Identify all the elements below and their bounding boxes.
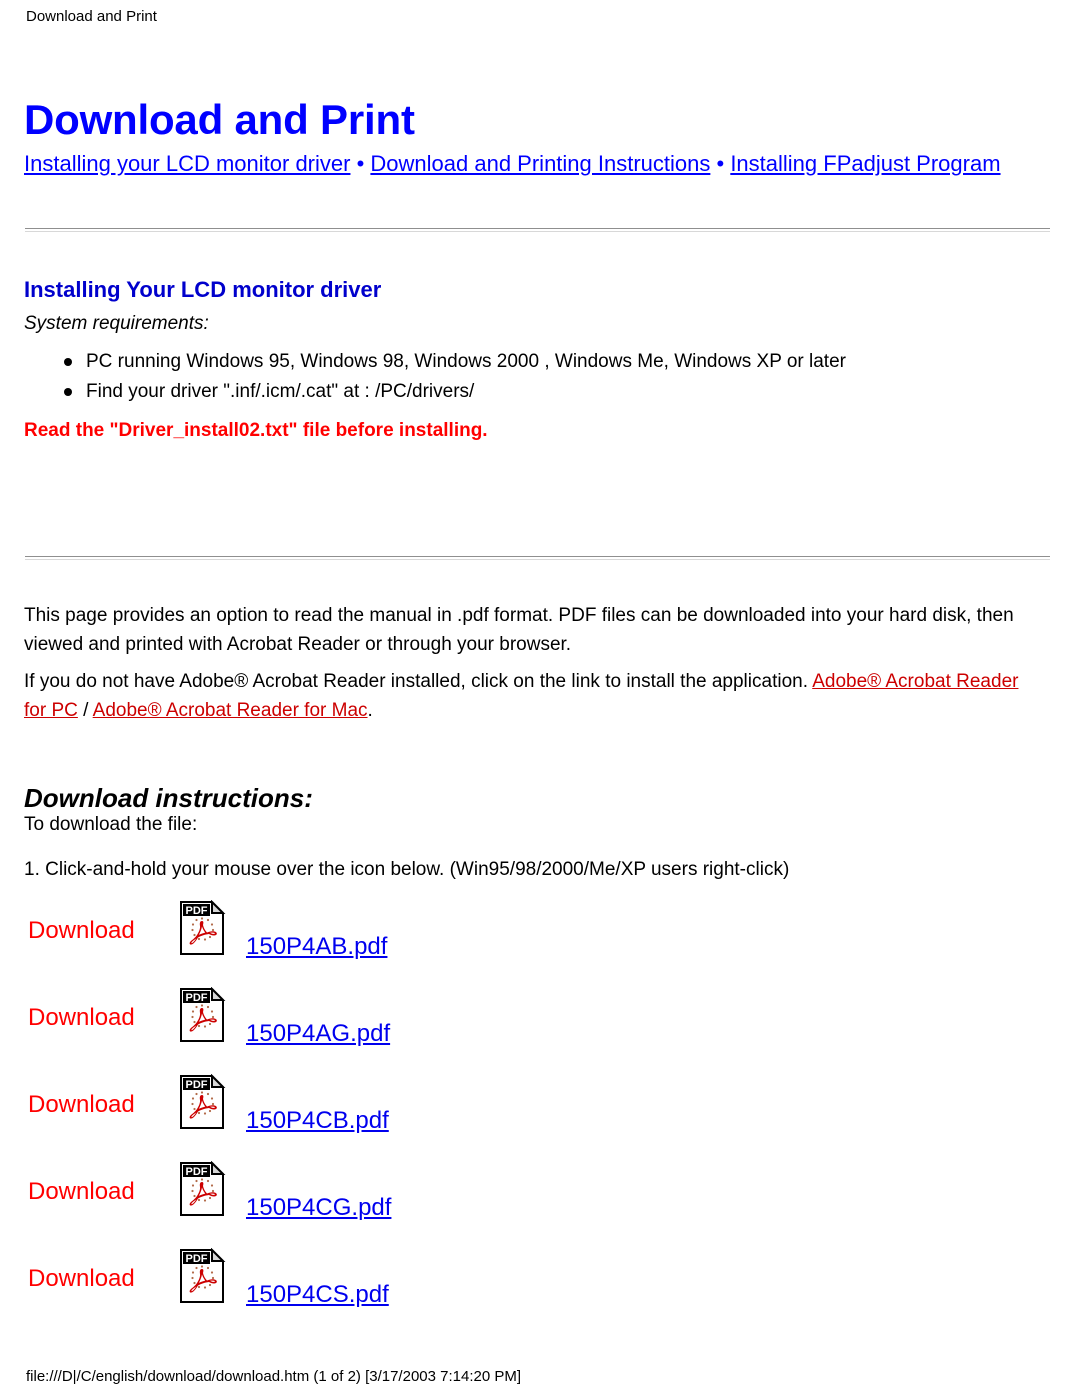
footer-status-line: file:///D|/C/english/download/download.h… — [26, 1368, 522, 1385]
system-requirements-label: System requirements: — [24, 313, 209, 334]
acrobat-paragraph-suffix: . — [367, 700, 373, 721]
bullet-dot-icon — [64, 358, 72, 366]
acrobat-paragraph-separator: / — [77, 700, 93, 721]
pdf-file-icon[interactable]: PDF — [178, 1247, 226, 1304]
breadcrumb: Download and Print — [26, 8, 157, 25]
download-file-link[interactable]: 150P4AG.pdf — [246, 1019, 390, 1049]
horizontal-rule-middle — [25, 556, 1050, 560]
list-item: Download PDF — [0, 1070, 1080, 1157]
download-file-link[interactable]: 150P4CB.pdf — [246, 1106, 389, 1136]
download-label[interactable]: Download — [28, 916, 135, 946]
nav-link-download-printing[interactable]: Download and Printing Instructions — [370, 151, 710, 176]
nav-link-fpadjust[interactable]: Installing FPadjust Program — [730, 151, 1000, 176]
svg-text:PDF: PDF — [186, 905, 208, 917]
list-item: Download PDF — [0, 1157, 1080, 1244]
pdf-file-icon[interactable]: PDF — [178, 1160, 226, 1217]
list-item-label: Find your driver ".inf/.icm/.cat" at : /… — [86, 381, 475, 402]
download-file-link[interactable]: 150P4CS.pdf — [246, 1280, 389, 1310]
nav-separator-2: • — [710, 151, 731, 176]
list-item: Download PDF — [0, 1244, 1080, 1331]
pdf-file-icon[interactable]: PDF — [178, 899, 226, 956]
nav-link-installing-driver[interactable]: Installing your LCD monitor driver — [24, 151, 350, 176]
download-instructions-step-1: 1. Click-and-hold your mouse over the ic… — [24, 859, 790, 880]
download-file-link[interactable]: 150P4CG.pdf — [246, 1193, 391, 1223]
list-item: Find your driver ".inf/.icm/.cat" at : /… — [36, 377, 1056, 407]
horizontal-rule-top — [25, 228, 1050, 232]
svg-text:PDF: PDF — [186, 1166, 208, 1178]
section-nav-links: Installing your LCD monitor driver • Dow… — [24, 148, 1034, 179]
list-item-label: PC running Windows 95, Windows 98, Windo… — [86, 351, 846, 372]
system-requirements-list: PC running Windows 95, Windows 98, Windo… — [36, 347, 1056, 407]
section-heading-installing-driver: Installing Your LCD monitor driver — [24, 277, 382, 303]
download-label[interactable]: Download — [28, 1003, 135, 1033]
driver-install-warning: Read the "Driver_install02.txt" file bef… — [24, 420, 488, 441]
acrobat-paragraph-prefix: If you do not have Adobe® Acrobat Reader… — [24, 671, 813, 692]
download-label[interactable]: Download — [28, 1177, 135, 1207]
download-label[interactable]: Download — [28, 1090, 135, 1120]
nav-separator-1: • — [350, 151, 371, 176]
page-title: Download and Print — [24, 96, 415, 144]
list-item: PC running Windows 95, Windows 98, Windo… — [36, 347, 1056, 377]
pdf-file-icon[interactable]: PDF — [178, 1073, 226, 1130]
download-instructions-subtitle: To download the file: — [24, 814, 198, 835]
download-file-list: Download PDF 150P4AB.pdf Download PDF 15… — [0, 896, 1080, 1331]
download-instructions-heading: Download instructions: — [24, 782, 313, 813]
pdf-intro-paragraph: This page provides an option to read the… — [24, 605, 1014, 655]
svg-text:PDF: PDF — [186, 1253, 208, 1265]
download-file-link[interactable]: 150P4AB.pdf — [246, 932, 387, 962]
svg-text:PDF: PDF — [186, 992, 208, 1004]
svg-text:PDF: PDF — [186, 1079, 208, 1091]
list-item: Download PDF — [0, 983, 1080, 1070]
list-item: Download PDF — [0, 896, 1080, 983]
adobe-reader-mac-link[interactable]: Adobe® Acrobat Reader for Mac — [93, 700, 368, 721]
acrobat-reader-paragraph: If you do not have Adobe® Acrobat Reader… — [24, 667, 1036, 725]
bullet-dot-icon — [64, 388, 72, 396]
pdf-file-icon[interactable]: PDF — [178, 986, 226, 1043]
document-page: Download and Print Download and Print In… — [0, 0, 1080, 1397]
download-label[interactable]: Download — [28, 1264, 135, 1294]
